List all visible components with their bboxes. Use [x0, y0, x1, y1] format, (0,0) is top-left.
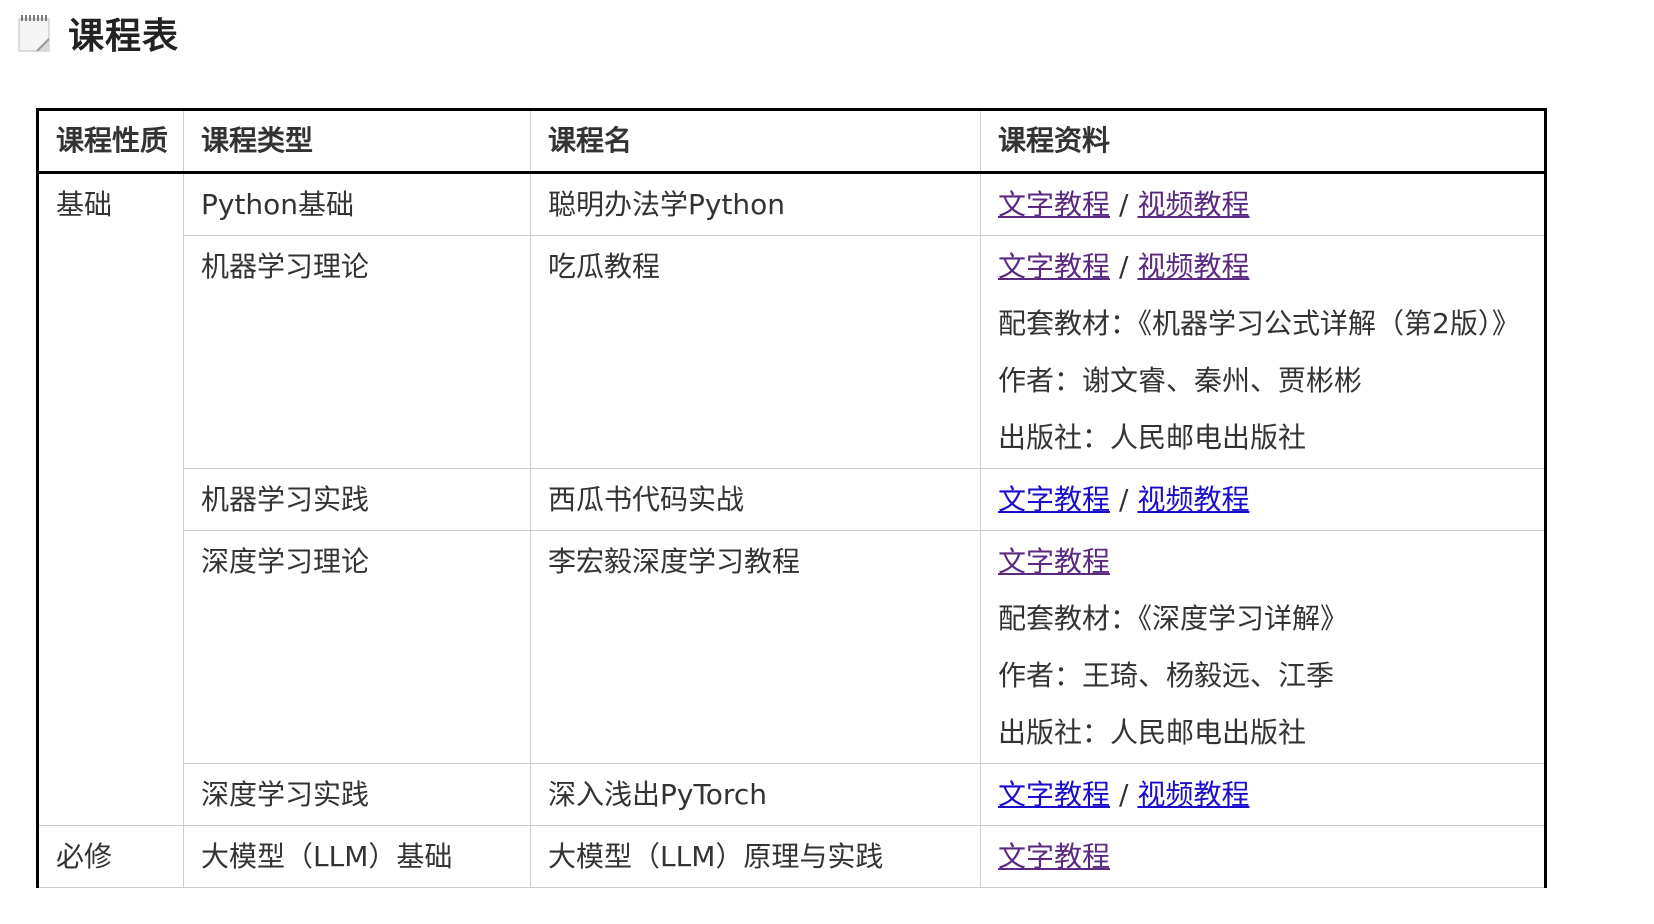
link-separator: / — [1119, 188, 1129, 221]
cell-course-name: 深入浅出PyTorch — [530, 763, 981, 826]
table-row: 机器学习理论 吃瓜教程 文字教程 / 视频教程配套教材：《机器学习公式详解（第2版）》作… — [38, 235, 1547, 469]
cell-course-materials: 文字教程 / 视频教程配套教材：《机器学习公式详解（第2版）》 作者：谢文睿、秦州、贾… — [980, 235, 1547, 469]
page-title: 课程表 — [68, 16, 180, 57]
text-tutorial-link[interactable]: 文字教程 — [998, 840, 1110, 873]
cell-course-name: 西瓜书代码实战 — [530, 468, 981, 531]
materials-links: 文字教程 / 视频教程 — [998, 238, 1544, 295]
cell-course-name: 聪明办法学Python — [530, 172, 981, 236]
text-tutorial-link[interactable]: 文字教程 — [998, 545, 1110, 578]
materials-note: 配套教材：《深度学习详解》 — [998, 602, 1349, 635]
table-row: 深度学习实践 深入浅出PyTorch 文字教程 / 视频教程 — [38, 763, 1547, 826]
text-tutorial-link[interactable]: 文字教程 — [998, 188, 1110, 221]
table-header-row: 课程性质 课程类型 课程名 课程资料 — [36, 108, 1547, 174]
link-separator: / — [1119, 778, 1129, 811]
cell-course-materials: 文字教程 / 视频教程 — [980, 763, 1547, 826]
cell-course-name: 大模型（LLM）原理与实践 — [530, 825, 981, 888]
cell-course-materials: 文字教程 / 视频教程 — [980, 172, 1547, 236]
materials-links: 文字教程 / 视频教程 — [998, 471, 1544, 528]
header-course-nature: 课程性质 — [36, 108, 184, 174]
text-tutorial-link[interactable]: 文字教程 — [998, 250, 1110, 283]
materials-note: 出版社：人民邮电出版社 — [998, 716, 1307, 749]
materials-note: 出版社：人民邮电出版社 — [998, 421, 1307, 454]
materials-links: 文字教程 — [998, 828, 1544, 885]
link-separator: / — [1119, 483, 1129, 516]
video-tutorial-link[interactable]: 视频教程 — [1137, 188, 1249, 221]
table-row: 必修 大模型（LLM）基础 大模型（LLM）原理与实践 文字教程 — [36, 825, 1547, 888]
materials-links: 文字教程 / 视频教程 — [998, 176, 1544, 233]
table-row: 基础 Python基础 聪明办法学Python 文字教程 / 视频教程 — [36, 172, 1547, 826]
page-header: 课程表 — [18, 10, 180, 57]
notepad-icon — [18, 14, 52, 52]
course-table: 课程性质 课程类型 课程名 课程资料 基础 Python基础 聪明办法学Python… — [36, 108, 1547, 888]
cell-course-type: 大模型（LLM）基础 — [183, 825, 531, 888]
cell-course-nature: 必修 — [36, 825, 184, 888]
cell-course-materials: 文字教程 — [980, 825, 1547, 888]
video-tutorial-link[interactable]: 视频教程 — [1137, 250, 1249, 283]
cell-course-type: 机器学习实践 — [183, 468, 531, 531]
table-row: 深度学习理论 李宏毅深度学习教程 文字教程配套教材：《深度学习详解》 作者：王琦、杨毅… — [38, 530, 1547, 764]
materials-links: 文字教程 / 视频教程 — [998, 766, 1544, 823]
materials-links: 文字教程 — [998, 533, 1544, 590]
cell-course-materials: 文字教程配套教材：《深度学习详解》 作者：王琦、杨毅远、江季 出版社：人民邮电出版社 — [980, 530, 1547, 764]
link-separator: / — [1119, 250, 1129, 283]
cell-course-type: Python基础 — [183, 172, 531, 236]
table-body: 基础 Python基础 聪明办法学Python 文字教程 / 视频教程 机器学习理论 吃瓜教程… — [36, 172, 1547, 888]
materials-note: 配套教材：《机器学习公式详解（第2版）》 — [998, 307, 1520, 340]
cell-course-nature: 基础 — [36, 172, 184, 826]
video-tutorial-link[interactable]: 视频教程 — [1137, 778, 1249, 811]
cell-course-name: 吃瓜教程 — [530, 235, 981, 469]
cell-course-type: 深度学习实践 — [183, 763, 531, 826]
video-tutorial-link[interactable]: 视频教程 — [1137, 483, 1249, 516]
cell-course-type: 机器学习理论 — [183, 235, 531, 469]
cell-course-type: 深度学习理论 — [183, 530, 531, 764]
header-course-materials: 课程资料 — [980, 108, 1547, 174]
materials-note: 作者：谢文睿、秦州、贾彬彬 — [998, 364, 1363, 397]
materials-note: 作者：王琦、杨毅远、江季 — [998, 659, 1335, 692]
text-tutorial-link[interactable]: 文字教程 — [998, 483, 1110, 516]
header-course-type: 课程类型 — [183, 108, 531, 174]
table-row: 机器学习实践 西瓜书代码实战 文字教程 / 视频教程 — [38, 468, 1547, 531]
cell-course-materials: 文字教程 / 视频教程 — [980, 468, 1547, 531]
cell-course-name: 李宏毅深度学习教程 — [530, 530, 981, 764]
text-tutorial-link[interactable]: 文字教程 — [998, 778, 1110, 811]
header-course-name: 课程名 — [530, 108, 981, 174]
